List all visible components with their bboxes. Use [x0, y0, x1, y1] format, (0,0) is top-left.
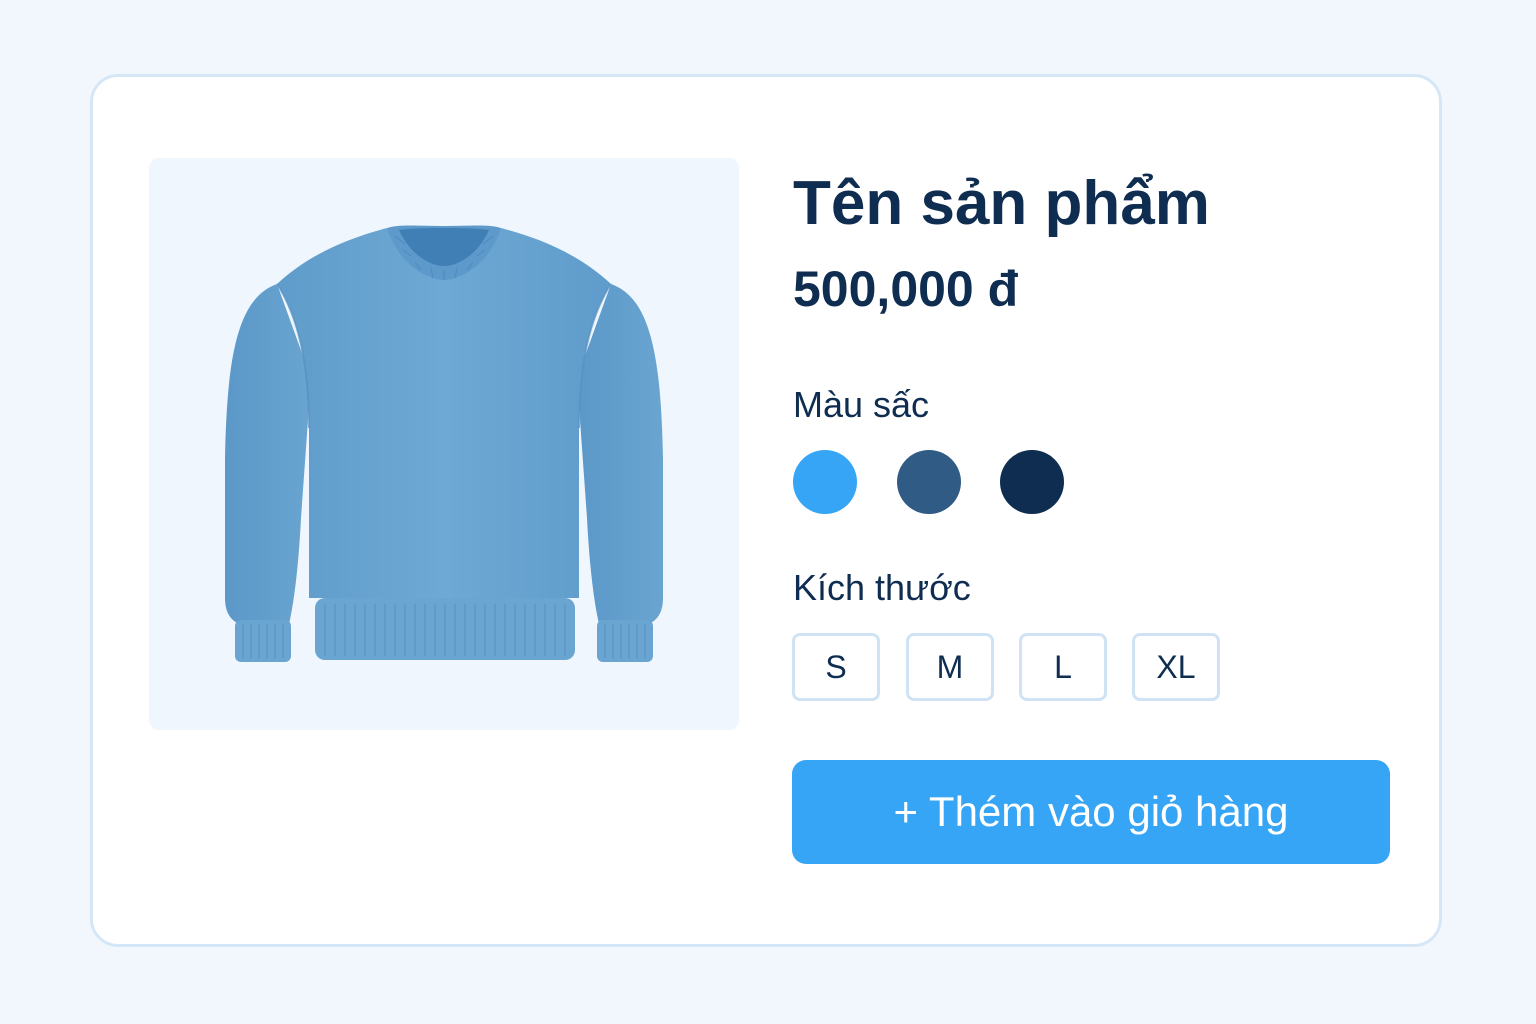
color-swatch-light-blue[interactable]	[793, 450, 857, 514]
size-button-s[interactable]: S	[792, 633, 880, 701]
size-button-xl[interactable]: XL	[1132, 633, 1220, 701]
color-swatch-navy[interactable]	[1000, 450, 1064, 514]
color-swatch-steel-blue[interactable]	[897, 450, 961, 514]
product-image	[149, 158, 739, 730]
size-button-l[interactable]: L	[1019, 633, 1107, 701]
size-label: Kích thước	[793, 567, 971, 608]
color-label: Màu sấc	[793, 384, 930, 425]
sweater-image	[225, 225, 663, 662]
product-title: Tên sản phẩm	[793, 169, 1210, 238]
product-price: 500,000 đ	[793, 261, 1019, 317]
add-to-cart-button[interactable]: + Thém vào giỏ hàng	[792, 760, 1390, 864]
size-button-m[interactable]: M	[906, 633, 994, 701]
product-card: Tên sản phẩm 500,000 đ Màu sấc Kích thướ…	[90, 74, 1442, 947]
